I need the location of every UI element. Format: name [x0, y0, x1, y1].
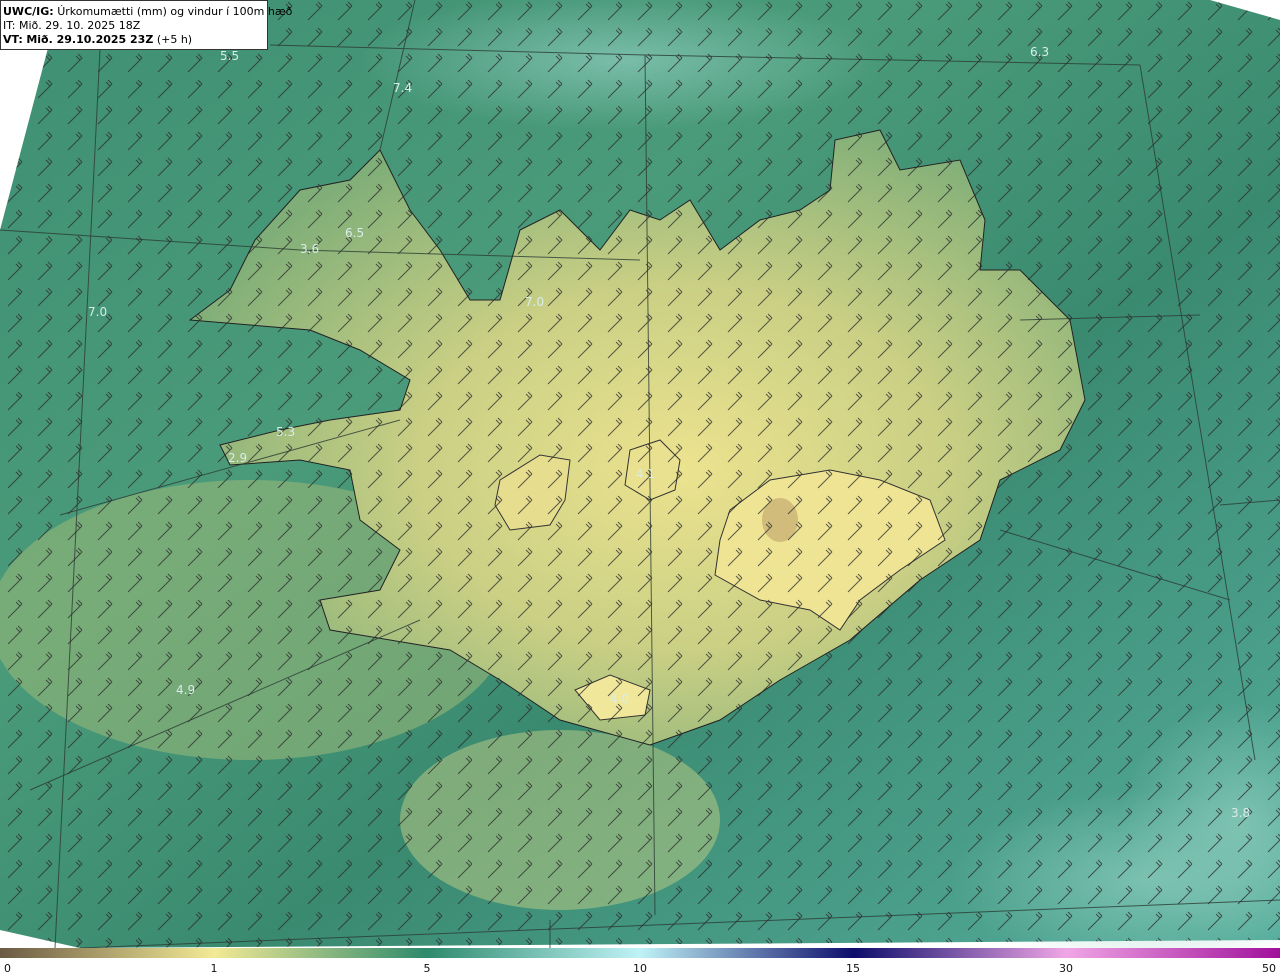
vt-offset: (+5 h) [156, 33, 193, 46]
value-label: 4.0 [610, 692, 629, 706]
colorbar [0, 948, 1280, 958]
colorbar-tick: 5 [423, 962, 431, 975]
value-label: 5.5 [220, 49, 239, 63]
colorbar-tick: 15 [846, 962, 860, 975]
colorbar-tick: 30 [1059, 962, 1073, 975]
value-label: 3.8 [1231, 806, 1250, 820]
value-label: 6.3 [1030, 45, 1049, 59]
map-title-box: UWC/IG: Úrkomumætti (mm) og vindur í 100… [0, 0, 292, 50]
it-label: IT: [3, 19, 16, 32]
it-value: Mið. 29. 10. 2025 18Z [18, 19, 141, 32]
value-label: 3.6 [300, 242, 319, 256]
colorbar-labels: 0 1 5 10 15 30 50 [0, 958, 1280, 978]
colorbar-tick: 50 [1262, 962, 1276, 975]
colorbar-tick: 0 [4, 962, 11, 975]
colorbar-tick: 1 [210, 962, 218, 975]
value-label: 7.4 [393, 81, 412, 95]
model-label: UWC/IG: [3, 5, 54, 18]
value-label: 7.0 [525, 295, 544, 309]
precipitable-water-map: 5.5 7.4 6.3 3.6 6.5 7.0 7.0 5.3 2.9 4.1 … [0, 0, 1280, 948]
vt-value: Mið. 29.10.2025 23Z [26, 33, 154, 46]
value-label: 6.5 [345, 226, 364, 240]
value-label: 2.9 [228, 451, 247, 465]
value-label: 4.9 [176, 683, 195, 697]
value-label: 4.1 [636, 467, 655, 481]
valid-time-row: VT: Mið. 29.10.2025 23Z (+5 h) [3, 33, 267, 47]
colorbar-tick: 10 [633, 962, 647, 975]
value-label: 7.0 [88, 305, 107, 319]
map-title: Úrkomumætti (mm) og vindur í 100m hæð [57, 5, 293, 18]
init-time-row: IT: Mið. 29. 10. 2025 18Z [3, 19, 267, 33]
vt-label: VT: [3, 33, 23, 46]
value-label: 5.3 [276, 425, 295, 439]
title-row: UWC/IG: Úrkomumætti (mm) og vindur í 100… [3, 5, 292, 19]
